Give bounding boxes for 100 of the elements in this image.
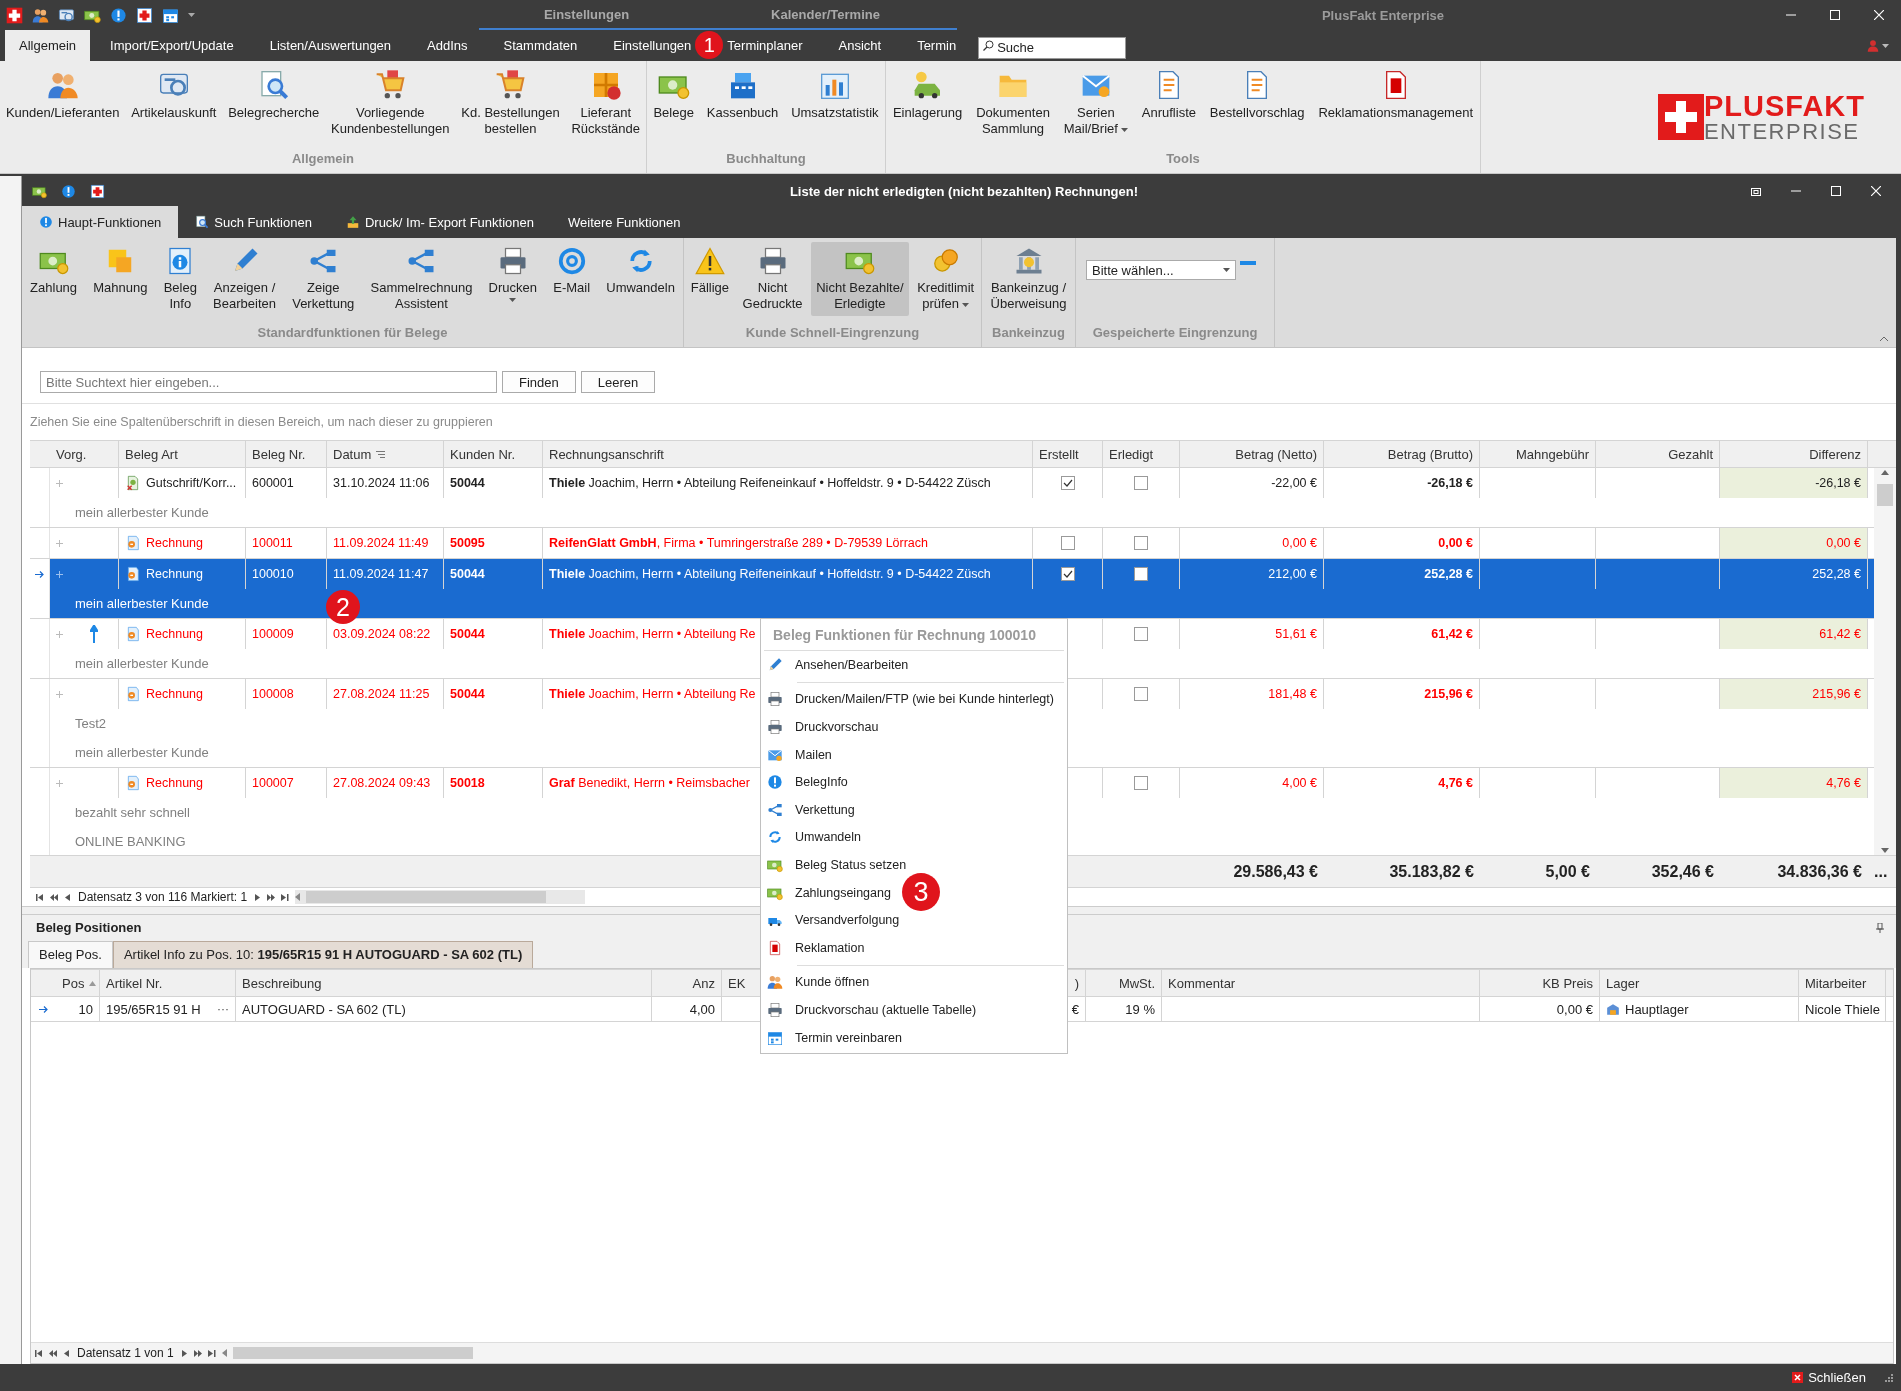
lookup-button[interactable]: ··· bbox=[217, 1002, 229, 1016]
resize-grip-icon[interactable] bbox=[1884, 1373, 1893, 1382]
checkbox[interactable] bbox=[1060, 567, 1075, 581]
close-button[interactable]: Schließen bbox=[1792, 1370, 1866, 1385]
ribbon-button[interactable]: Belegrecherche bbox=[224, 67, 324, 123]
ribbon-button[interactable]: Vorliegende Kundenbestellungen bbox=[327, 67, 454, 139]
column-header[interactable]: Anz bbox=[692, 975, 715, 991]
collapse-icon[interactable] bbox=[1880, 336, 1888, 341]
first-icon[interactable] bbox=[35, 1349, 43, 1357]
ribbon-button[interactable]: Umwandeln bbox=[601, 242, 680, 300]
maximize-icon[interactable] bbox=[1830, 10, 1840, 20]
menu-item[interactable]: Kunde öffnen bbox=[761, 968, 870, 997]
menu-item[interactable]: Umwandeln bbox=[761, 823, 861, 852]
column-header[interactable]: EK bbox=[728, 975, 746, 991]
column-header[interactable]: Pos bbox=[62, 975, 97, 991]
column-header[interactable]: Lager bbox=[1606, 975, 1640, 991]
ribbon-button[interactable]: Fällige bbox=[685, 242, 735, 300]
next-page-icon[interactable] bbox=[193, 1349, 202, 1357]
ribbon-button[interactable]: E-Mail bbox=[548, 242, 596, 300]
menu-item[interactable]: Druckvorschau (aktuelle Tabelle) bbox=[761, 996, 977, 1024]
column-header[interactable]: Mitarbeiter bbox=[1805, 975, 1867, 991]
checkbox[interactable] bbox=[1060, 476, 1075, 490]
scrollbar-thumb[interactable] bbox=[1877, 484, 1893, 506]
minus-button[interactable] bbox=[1240, 260, 1256, 266]
ribbon-button[interactable]: Zeige Verkettung bbox=[287, 242, 360, 316]
ribbon-tab[interactable]: Listen/Auswertungen bbox=[266, 30, 395, 61]
ribbon-button[interactable]: Anzeigen / Bearbeiten bbox=[208, 242, 281, 316]
tab[interactable]: Such Funktionen bbox=[178, 206, 329, 238]
checkbox[interactable] bbox=[1060, 536, 1075, 550]
column-header[interactable]: Erstellt bbox=[1039, 446, 1079, 462]
column-header[interactable]: ) bbox=[1074, 975, 1079, 991]
menu-item[interactable]: Reklamation bbox=[761, 933, 865, 962]
column-header[interactable]: MwSt. bbox=[1118, 975, 1155, 991]
column-header[interactable]: Differenz bbox=[1809, 446, 1861, 462]
calendar-icon[interactable] bbox=[162, 6, 179, 24]
ribbon-tab[interactable]: Einstellungen bbox=[610, 30, 695, 61]
checkbox[interactable] bbox=[1134, 687, 1148, 701]
ribbon-tab[interactable]: Stammdaten bbox=[500, 30, 581, 61]
last-icon[interactable] bbox=[207, 1349, 216, 1357]
card-icon[interactable] bbox=[58, 6, 75, 24]
column-header[interactable]: Betrag (Netto) bbox=[1235, 446, 1317, 462]
column-header[interactable]: Rechnungsanschrift bbox=[549, 446, 664, 462]
ribbon-button[interactable]: Sammelrechnung Assistent bbox=[365, 242, 478, 316]
checkbox[interactable] bbox=[1134, 567, 1148, 581]
dropdown[interactable]: Bitte wählen... bbox=[1086, 260, 1236, 280]
ribbon-button[interactable]: Beleg Info bbox=[158, 242, 202, 316]
ribbon-button[interactable]: Kreditlimit prüfen bbox=[912, 242, 980, 316]
menu-item[interactable]: Versandverfolgung bbox=[761, 906, 900, 934]
tab[interactable]: Weitere Funktionen bbox=[551, 206, 698, 238]
ribbon-button[interactable]: Dokumenten Sammlung bbox=[972, 67, 1054, 139]
next-icon[interactable] bbox=[179, 1349, 188, 1357]
ribbon-button[interactable]: Belege bbox=[649, 67, 698, 123]
next-page-icon[interactable] bbox=[267, 893, 276, 901]
scroll-up-icon[interactable] bbox=[1881, 470, 1889, 475]
expand-icon[interactable] bbox=[56, 570, 63, 578]
column-header[interactable]: Vorg. bbox=[56, 446, 87, 462]
column-header[interactable]: Kommentar bbox=[1168, 975, 1236, 991]
ribbon-button[interactable]: Nicht Bezahlte/ Erledigte bbox=[811, 242, 909, 316]
last-icon[interactable] bbox=[281, 893, 290, 901]
menu-item[interactable]: Zahlungseingang bbox=[761, 878, 891, 907]
exclamation-icon[interactable] bbox=[110, 6, 127, 24]
previous-page-icon[interactable] bbox=[49, 1349, 57, 1357]
exclamation-icon[interactable] bbox=[61, 183, 76, 199]
ribbon-button[interactable]: Umsatzstatistik bbox=[787, 67, 883, 123]
menu-item[interactable]: Druckvorschau bbox=[761, 713, 879, 741]
close-icon[interactable] bbox=[1874, 10, 1884, 20]
ribbon-button[interactable]: Zahlung bbox=[25, 242, 83, 300]
checkbox[interactable] bbox=[1134, 476, 1148, 490]
tab[interactable]: Haupt-Funktionen bbox=[22, 206, 179, 238]
ribbon-tab[interactable]: Allgemein bbox=[5, 30, 91, 61]
checkbox[interactable] bbox=[1134, 776, 1148, 790]
horizontal-scrollbar[interactable] bbox=[295, 890, 586, 904]
menu-item[interactable]: Mailen bbox=[761, 740, 832, 769]
button[interactable]: Finden bbox=[502, 371, 576, 393]
checkbox[interactable] bbox=[1134, 627, 1148, 641]
ribbon-tab[interactable]: Terminplaner bbox=[724, 30, 806, 61]
ribbon-button[interactable]: Lieferant Rückstände bbox=[567, 67, 645, 139]
column-header[interactable]: Artikel Nr. bbox=[106, 975, 163, 991]
search-field[interactable]: Suche bbox=[978, 36, 1127, 59]
ribbon-button[interactable]: Drucken bbox=[483, 242, 543, 306]
ribbon-button[interactable]: Artikelauskunft bbox=[127, 67, 221, 123]
next-icon[interactable] bbox=[253, 893, 262, 901]
ribbon-tab[interactable]: Ansicht bbox=[835, 30, 885, 61]
ribbon-button[interactable]: Anrufliste bbox=[1137, 67, 1200, 123]
people-icon[interactable] bbox=[32, 6, 49, 24]
ribbon-button[interactable]: Kd. Bestellungen bestellen bbox=[457, 67, 564, 139]
button[interactable]: Leeren bbox=[580, 371, 656, 393]
search-field[interactable]: Bitte Suchtext hier eingeben... bbox=[40, 371, 497, 393]
column-header[interactable]: Gezahlt bbox=[1668, 446, 1713, 462]
column-header[interactable]: KB Preis bbox=[1542, 975, 1593, 991]
ribbon-tab[interactable]: Termin bbox=[914, 30, 960, 61]
ribbon-button[interactable]: Bankeinzug / Überweisung bbox=[985, 242, 1072, 316]
ribbon-button[interactable]: Serien Mail/Brief bbox=[1059, 67, 1132, 139]
column-header[interactable]: Mahngebühr bbox=[1516, 446, 1589, 462]
column-header[interactable]: Betrag (Brutto) bbox=[1387, 446, 1473, 462]
restore-icon[interactable] bbox=[1751, 186, 1761, 196]
cross-icon[interactable] bbox=[136, 6, 153, 24]
ribbon-button[interactable]: Nicht Gedruckte bbox=[737, 242, 808, 316]
column-header[interactable]: Beleg Art bbox=[125, 446, 178, 462]
checkbox[interactable] bbox=[1134, 536, 1148, 550]
